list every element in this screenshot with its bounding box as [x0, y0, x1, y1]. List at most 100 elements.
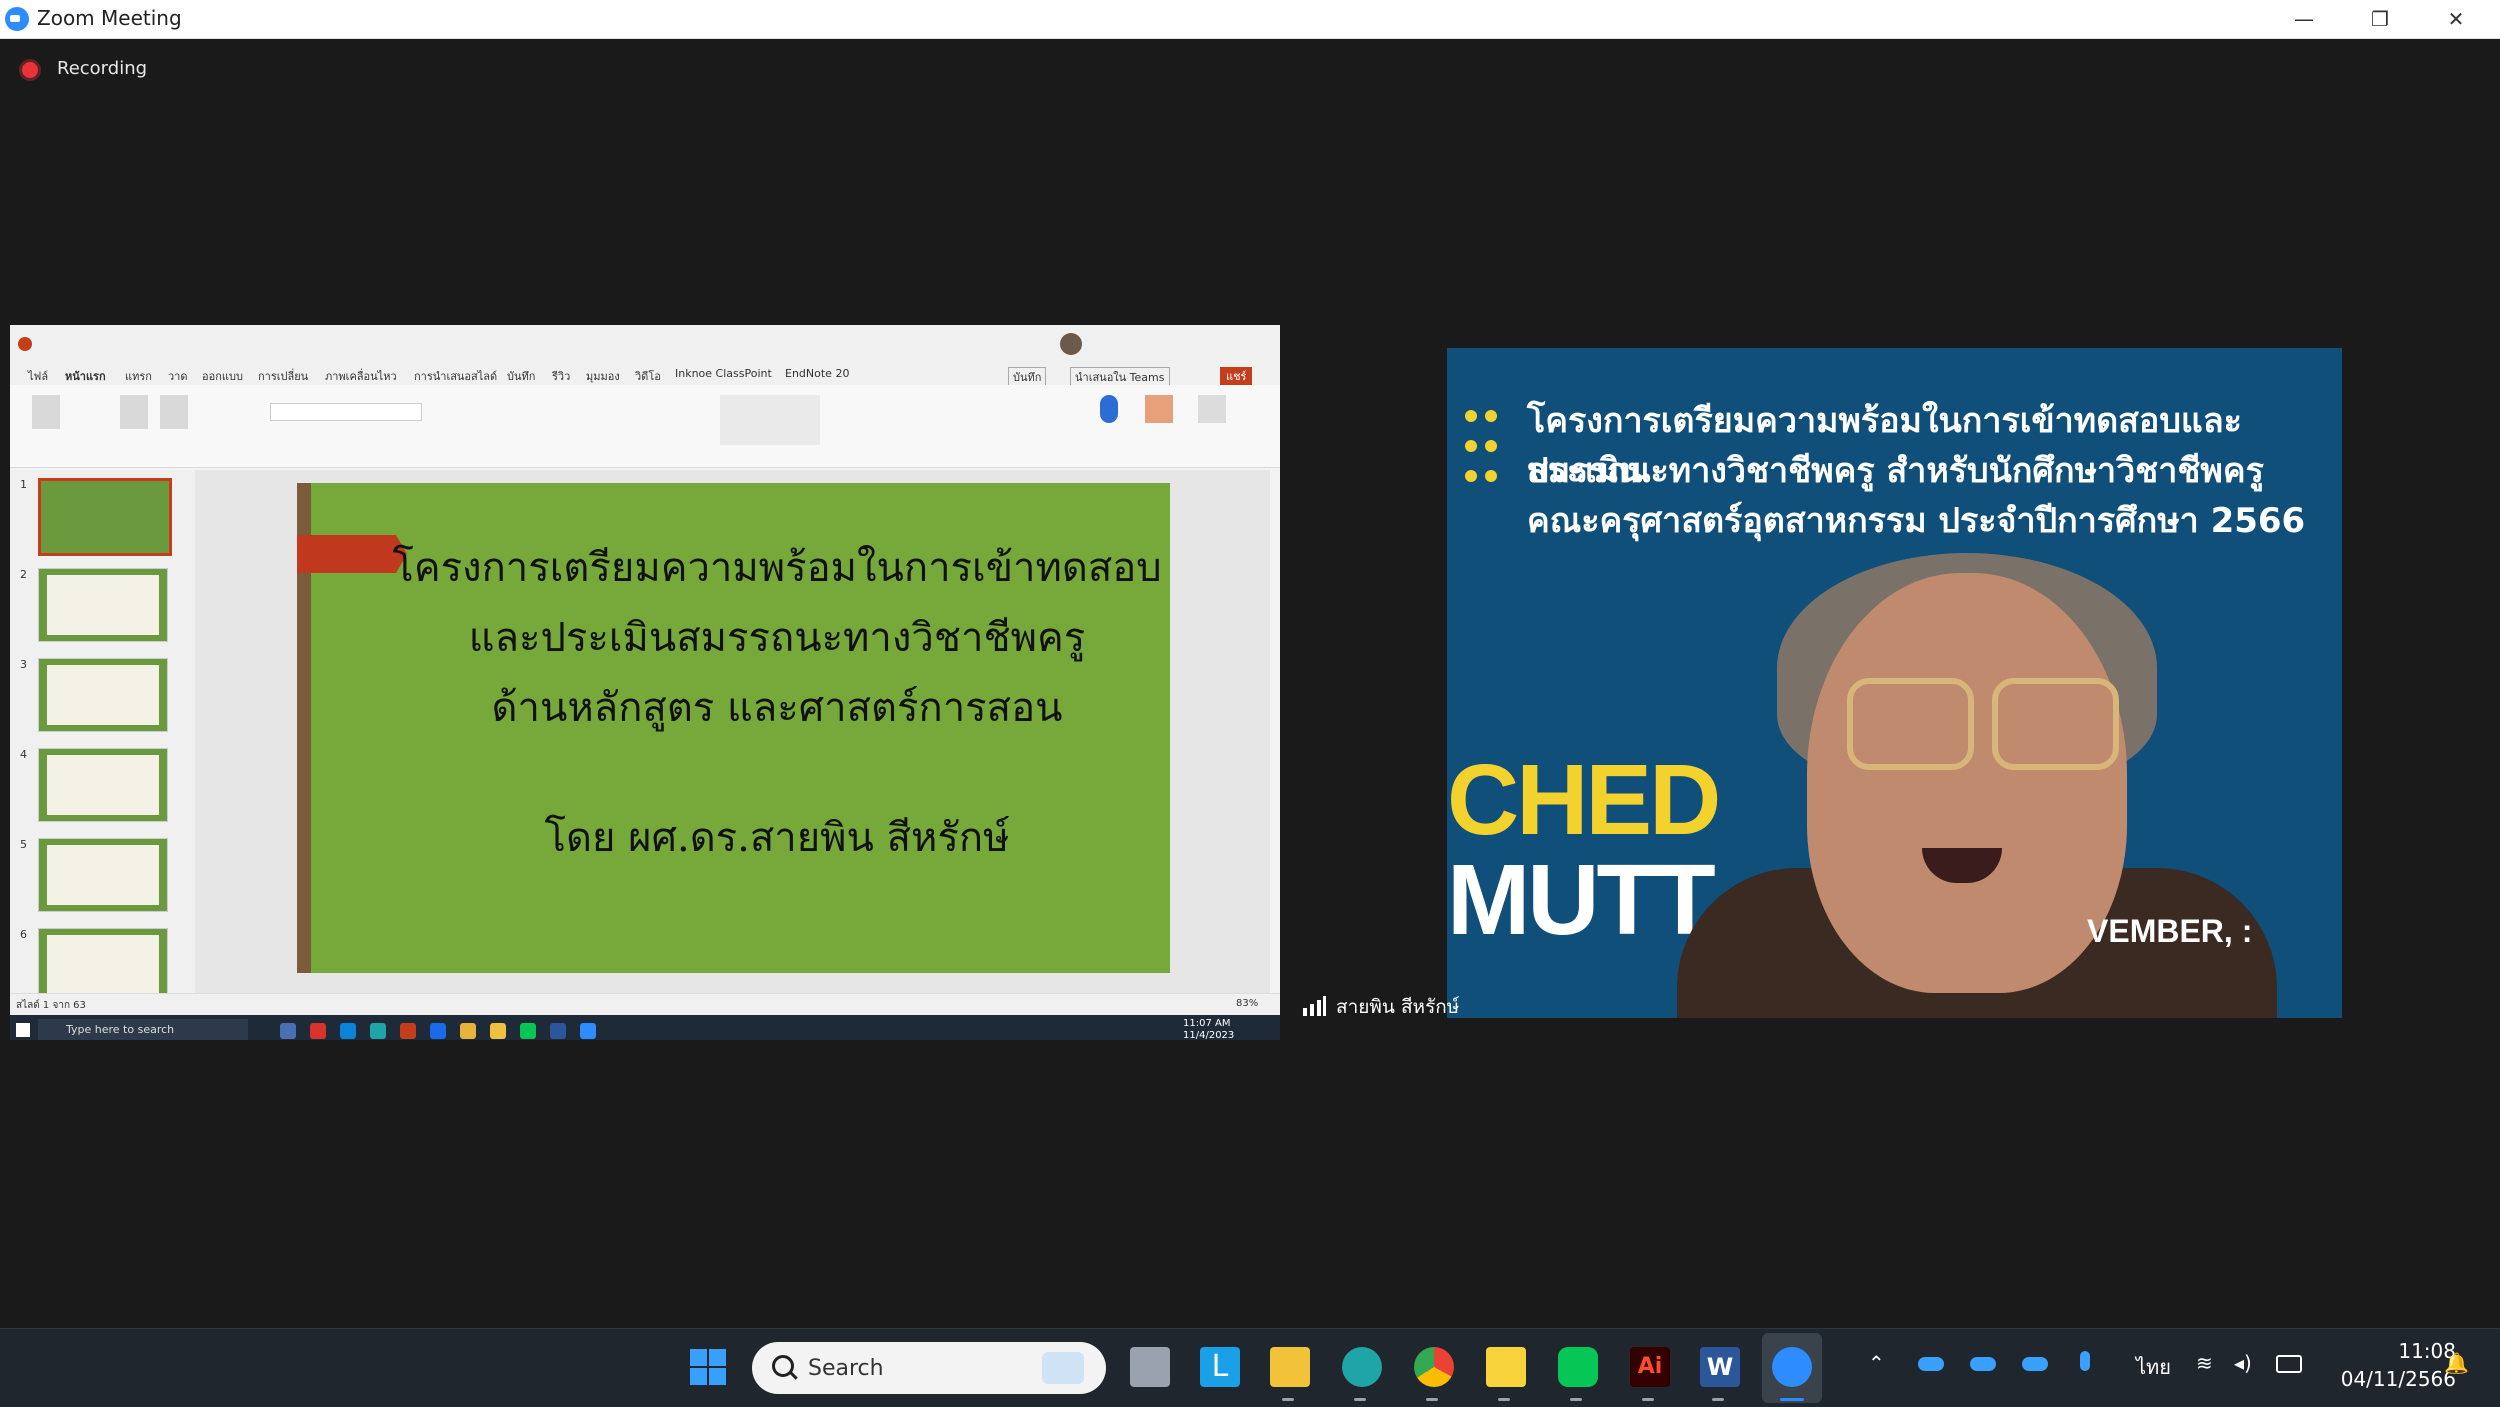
slide-title-line: ด้านหลักสูตร และศาสตร์การสอน	[491, 685, 1063, 731]
close-button[interactable]: ✕	[2418, 0, 2494, 38]
ppt-status-bar: สไลด์ 1 จาก 63 83%	[10, 993, 1280, 1016]
thumb-number: 1	[20, 478, 27, 491]
thumb-number: 5	[20, 838, 27, 851]
thumb-number: 6	[20, 928, 27, 941]
dropbox-icon[interactable]	[430, 1023, 446, 1039]
ppt-record-button[interactable]: บันทึก	[1008, 367, 1047, 387]
windows-start-icon[interactable]	[16, 1023, 30, 1037]
microphone-icon[interactable]	[2080, 1351, 2090, 1371]
banner-dots-decoration	[1465, 410, 1505, 500]
tab-design[interactable]: ออกแบบ	[202, 367, 243, 385]
tab-classpoint[interactable]: Inknoe ClassPoint	[675, 367, 772, 380]
slide-thumbnail[interactable]	[38, 478, 172, 556]
illustrator-icon[interactable]: Ai	[1630, 1347, 1670, 1387]
battery-icon[interactable]	[2276, 1355, 2302, 1373]
zoom-level[interactable]: 83%	[1236, 998, 1258, 1009]
ppt-share-button[interactable]: แชร์	[1220, 367, 1253, 385]
glasses-icon	[1847, 678, 1974, 770]
restore-button[interactable]: ❐	[2342, 0, 2418, 38]
banner-line: สมรรถนะทางวิชาชีพครู สำหรับนักศึกษาวิชาช…	[1527, 451, 2264, 491]
tab-file[interactable]: ไฟล์	[28, 367, 48, 385]
thumb-number: 4	[20, 748, 27, 761]
tab-record[interactable]: บันทึก	[507, 367, 535, 385]
minimize-button[interactable]: —	[2266, 0, 2342, 38]
add-ins-icon[interactable]	[1145, 395, 1173, 423]
taskbar-clock-time[interactable]: 11:08	[2356, 1339, 2456, 1363]
tab-draw[interactable]: วาด	[168, 367, 188, 385]
tab-endnote[interactable]: EndNote 20	[785, 367, 849, 380]
word-icon[interactable]: W	[1700, 1347, 1740, 1387]
tab-review[interactable]: รีวิว	[552, 367, 570, 385]
new-slide-icon[interactable]	[120, 395, 148, 429]
taskbar-clock-date[interactable]: 04/11/2566	[2316, 1367, 2456, 1391]
font-select[interactable]	[270, 403, 422, 421]
inner-taskbar: Type here to search 11:07 AM 11/4/2023	[10, 1015, 1280, 1040]
notification-bell-icon[interactable]: 🔔	[2444, 1351, 2469, 1375]
chevron-up-icon[interactable]: ⌃	[1868, 1351, 1885, 1375]
zoom-logo-icon	[5, 7, 29, 31]
onedrive-icon[interactable]	[1918, 1357, 1944, 1371]
slide-thumbnail[interactable]	[38, 568, 168, 642]
onedrive-icon[interactable]	[1970, 1357, 1996, 1371]
edge-icon[interactable]	[370, 1023, 386, 1039]
word-icon[interactable]	[550, 1023, 566, 1039]
participant-video[interactable]: โครงการเตรียมความพร้อมในการเข้าทดสอบและป…	[1447, 348, 2342, 1018]
sticky-notes-icon[interactable]	[1486, 1347, 1526, 1387]
slide-thumbnail[interactable]	[38, 838, 168, 912]
line-icon[interactable]	[520, 1023, 536, 1039]
tab-insert[interactable]: แทรก	[125, 367, 152, 385]
avatar	[1060, 333, 1082, 355]
ppt-teams-button[interactable]: นำเสนอใน Teams	[1070, 367, 1170, 387]
search-highlight-icon	[1042, 1352, 1084, 1384]
slide-thumbnail-pane: 1 2 3 4 5 6	[10, 470, 195, 1020]
tab-slideshow[interactable]: การนำเสนอสไลด์	[414, 367, 497, 385]
tab-animations[interactable]: ภาพเคลื่อนไหว	[325, 367, 397, 385]
zoom-icon[interactable]	[580, 1023, 596, 1039]
zoom-icon[interactable]	[1772, 1347, 1812, 1387]
paste-icon[interactable]	[32, 395, 60, 429]
slide-thumbnail[interactable]	[38, 928, 168, 1002]
line-icon[interactable]	[1558, 1347, 1598, 1387]
shapes-gallery[interactable]	[720, 395, 820, 445]
l-app-icon[interactable]: L	[1200, 1347, 1240, 1387]
acrobat-icon[interactable]	[310, 1023, 326, 1039]
slide-thumbnail[interactable]	[38, 658, 168, 732]
window-titlebar: Zoom Meeting — ❐ ✕	[0, 0, 2500, 39]
participant-name: สายพิน สีหรักษ์	[1336, 996, 1460, 1018]
windows-start-icon[interactable]	[688, 1347, 728, 1387]
inner-search-input[interactable]: Type here to search	[38, 1019, 248, 1040]
slide-thumbnail[interactable]	[38, 748, 168, 822]
signal-strength-icon	[1303, 996, 1326, 1016]
powerpoint-icon[interactable]	[400, 1023, 416, 1039]
edge-icon[interactable]	[1342, 1347, 1382, 1387]
tab-home[interactable]: หน้าแรก	[65, 367, 106, 385]
background-text: VEMBER, :	[2087, 913, 2253, 949]
file-explorer-icon[interactable]	[1270, 1347, 1310, 1387]
chrome-icon[interactable]	[1414, 1347, 1454, 1387]
wifi-icon[interactable]: ≋	[2196, 1351, 2213, 1375]
recording-label[interactable]: Recording	[57, 58, 147, 79]
powerpoint-icon	[18, 337, 32, 351]
volume-icon[interactable]: ◂)	[2234, 1351, 2252, 1375]
current-slide[interactable]: โครงการเตรียมความพร้อมในการเข้าทดสอบ และ…	[297, 483, 1170, 973]
tab-transitions[interactable]: การเปลี่ยน	[258, 367, 308, 385]
recording-icon	[22, 62, 38, 78]
reuse-slide-icon[interactable]	[160, 395, 188, 429]
task-view-icon[interactable]	[1130, 1347, 1170, 1387]
designer-icon[interactable]	[1198, 395, 1226, 423]
taskbar-search-input[interactable]: Search	[752, 1342, 1106, 1394]
person-face	[1807, 573, 2127, 993]
task-view-icon[interactable]	[280, 1023, 296, 1039]
tab-video[interactable]: วิดีโอ	[635, 367, 661, 385]
background-text: CHED	[1447, 744, 1721, 856]
dictate-icon[interactable]	[1100, 395, 1118, 423]
tab-view[interactable]: มุมมอง	[586, 367, 620, 385]
chrome-icon[interactable]	[460, 1023, 476, 1039]
mail-icon[interactable]	[340, 1023, 356, 1039]
search-icon	[772, 1355, 794, 1377]
input-language[interactable]: ไทย	[2136, 1351, 2171, 1383]
banner-line: คณะครุศาสตร์อุตสาหกรรม ประจำปีการศึกษา 2…	[1527, 501, 2306, 541]
onedrive-icon[interactable]	[2022, 1357, 2048, 1371]
window-title: Zoom Meeting	[37, 6, 182, 30]
file-explorer-icon[interactable]	[490, 1023, 506, 1039]
